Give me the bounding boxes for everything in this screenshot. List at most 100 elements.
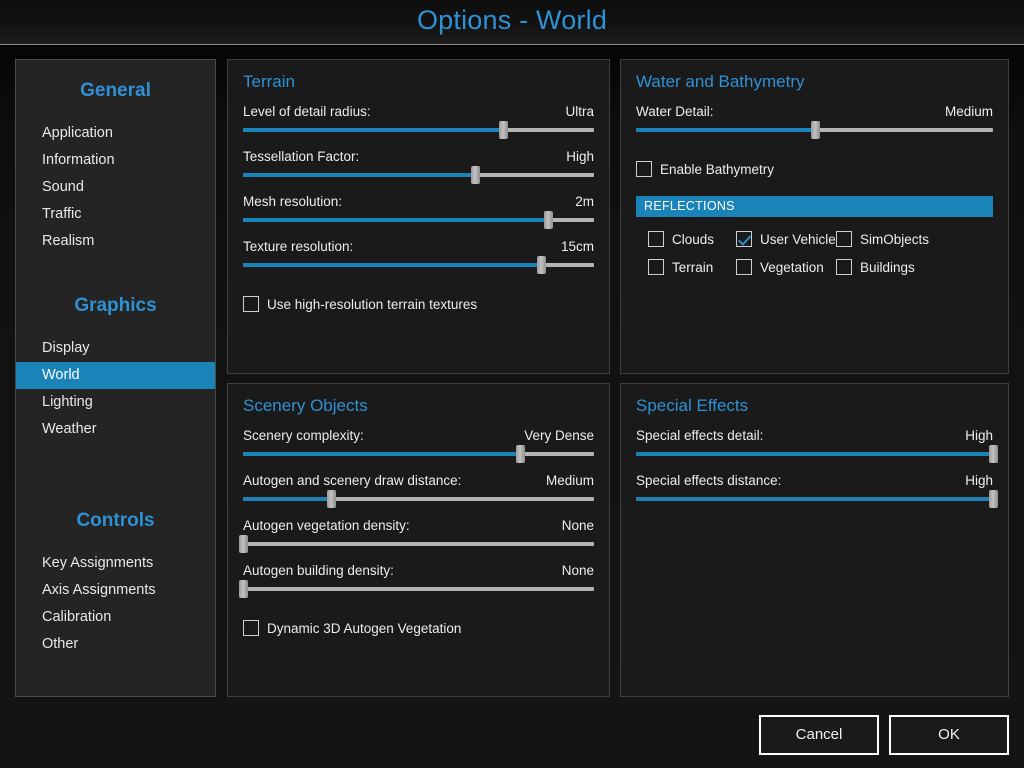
checkbox-reflection-terrain[interactable]: Terrain bbox=[648, 259, 736, 275]
sidebar-item-other[interactable]: Other bbox=[16, 631, 215, 658]
checkbox-box[interactable] bbox=[736, 259, 752, 275]
checkbox-box[interactable] bbox=[836, 231, 852, 247]
slider-thumb[interactable] bbox=[810, 121, 820, 139]
slider-thumb[interactable] bbox=[989, 490, 998, 508]
slider-track[interactable] bbox=[239, 580, 594, 598]
sidebar-item-application[interactable]: Application bbox=[16, 120, 215, 147]
checkbox-reflection-user-vehicle[interactable]: User Vehicle bbox=[736, 231, 836, 247]
slider-mesh-resolution[interactable]: Mesh resolution: 2m bbox=[243, 194, 594, 239]
sidebar-item-sound[interactable]: Sound bbox=[16, 174, 215, 201]
sidebar-item-label: Traffic bbox=[42, 206, 82, 222]
slider-track[interactable] bbox=[243, 166, 594, 184]
slider-scenery-complexity[interactable]: Scenery complexity: Very Dense bbox=[243, 428, 594, 473]
slider-thumb[interactable] bbox=[239, 580, 248, 598]
slider-tessellation-factor[interactable]: Tessellation Factor: High bbox=[243, 149, 594, 194]
slider-track[interactable] bbox=[636, 445, 998, 463]
checkbox-reflection-vegetation[interactable]: Vegetation bbox=[736, 259, 836, 275]
checkbox-label: Enable Bathymetry bbox=[660, 161, 775, 177]
slider-track[interactable] bbox=[636, 490, 998, 508]
slider-label: Special effects distance: bbox=[636, 473, 782, 488]
slider-thumb[interactable] bbox=[498, 121, 508, 139]
slider-autogen-vegetation-density[interactable]: Autogen vegetation density: None bbox=[239, 518, 594, 563]
slider-track[interactable] bbox=[243, 445, 594, 463]
slider-special-effects-distance[interactable]: Special effects distance: High bbox=[636, 473, 998, 518]
checkbox-box[interactable] bbox=[836, 259, 852, 275]
reflections-section-header: REFLECTIONS bbox=[636, 196, 993, 217]
slider-label: Autogen building density: bbox=[243, 563, 394, 578]
slider-fill bbox=[243, 497, 331, 501]
ok-button[interactable]: OK bbox=[889, 715, 1009, 755]
checkbox-box[interactable] bbox=[243, 620, 259, 636]
slider-thumb[interactable] bbox=[989, 445, 998, 463]
reflections-checkbox-grid: Clouds User Vehicle SimObjects Terrain Veget… bbox=[648, 231, 993, 275]
slider-track[interactable] bbox=[243, 490, 594, 508]
sidebar-item-lighting[interactable]: Lighting bbox=[16, 389, 215, 416]
sidebar-item-label: Other bbox=[42, 636, 79, 652]
checkbox-box[interactable] bbox=[648, 259, 664, 275]
sidebar-item-realism[interactable]: Realism bbox=[16, 228, 215, 255]
panel-terrain: Terrain Level of detail radius: Ultra Tess… bbox=[227, 59, 610, 374]
sidebar-item-information[interactable]: Information bbox=[16, 147, 215, 174]
slider-thumb[interactable] bbox=[537, 256, 547, 274]
slider-track[interactable] bbox=[243, 211, 594, 229]
panel-water-bathymetry: Water and Bathymetry Water Detail: Medium… bbox=[620, 59, 1009, 374]
checkbox-dynamic-3d-autogen-vegetation[interactable]: Dynamic 3D Autogen Vegetation bbox=[243, 620, 461, 636]
checkbox-label: Clouds bbox=[672, 231, 715, 247]
sidebar-item-world[interactable]: World bbox=[16, 362, 215, 389]
slider-label: Scenery complexity: bbox=[243, 428, 364, 443]
slider-track[interactable] bbox=[239, 535, 594, 553]
slider-fill bbox=[243, 452, 521, 456]
slider-fill bbox=[636, 452, 993, 456]
checkbox-reflection-simobjects[interactable]: SimObjects bbox=[836, 231, 993, 247]
sidebar-item-label: Application bbox=[42, 125, 113, 141]
slider-fill bbox=[636, 497, 993, 501]
window-titlebar: Options - World bbox=[0, 0, 1024, 45]
sidebar-item-key-assignments[interactable]: Key Assignments bbox=[16, 550, 215, 577]
sidebar-item-label: Axis Assignments bbox=[42, 582, 156, 598]
slider-thumb[interactable] bbox=[470, 166, 480, 184]
slider-label: Texture resolution: bbox=[243, 239, 354, 254]
slider-thumb[interactable] bbox=[239, 535, 248, 553]
slider-fill bbox=[243, 263, 542, 267]
slider-track[interactable] bbox=[243, 256, 594, 274]
sidebar-item-display[interactable]: Display bbox=[16, 335, 215, 362]
slider-water-detail[interactable]: Water Detail: Medium bbox=[636, 104, 993, 149]
slider-texture-resolution[interactable]: Texture resolution: 15cm bbox=[243, 239, 594, 284]
slider-thumb[interactable] bbox=[516, 445, 526, 463]
slider-level-of-detail-radius[interactable]: Level of detail radius: Ultra bbox=[243, 104, 594, 149]
sidebar-item-weather[interactable]: Weather bbox=[16, 416, 215, 443]
sidebar-group-controls: Controls Key Assignments Axis Assignments C… bbox=[16, 510, 215, 658]
sidebar-group-title: General bbox=[80, 80, 151, 101]
slider-autogen-building-density[interactable]: Autogen building density: None bbox=[239, 563, 594, 608]
slider-special-effects-detail[interactable]: Special effects detail: High bbox=[636, 428, 998, 473]
cancel-button[interactable]: Cancel bbox=[759, 715, 879, 755]
slider-label: Water Detail: bbox=[636, 104, 714, 119]
sidebar-item-calibration[interactable]: Calibration bbox=[16, 604, 215, 631]
slider-autogen-and-scenery-draw-distance[interactable]: Autogen and scenery draw distance: Medium bbox=[243, 473, 594, 518]
checkmark-icon[interactable] bbox=[736, 231, 752, 247]
options-window: Options - World General Application Inform… bbox=[0, 0, 1024, 768]
sidebar-item-label: World bbox=[42, 367, 80, 383]
checkbox-box[interactable] bbox=[648, 231, 664, 247]
slider-track[interactable] bbox=[636, 121, 993, 139]
checkbox-reflection-clouds[interactable]: Clouds bbox=[648, 231, 736, 247]
sidebar-item-traffic[interactable]: Traffic bbox=[16, 201, 215, 228]
checkbox-use-high-resolution-terrain-textures[interactable]: Use high-resolution terrain textures bbox=[243, 296, 477, 312]
slider-value: Medium bbox=[545, 473, 594, 488]
checkbox-enable-bathymetry[interactable]: Enable Bathymetry bbox=[636, 161, 774, 177]
checkbox-box[interactable] bbox=[243, 296, 259, 312]
sidebar-item-axis-assignments[interactable]: Axis Assignments bbox=[16, 577, 215, 604]
slider-thumb[interactable] bbox=[544, 211, 554, 229]
checkbox-label: Dynamic 3D Autogen Vegetation bbox=[267, 620, 462, 636]
slider-label: Autogen and scenery draw distance: bbox=[243, 473, 462, 488]
sidebar-group-general: General Application Information Sound Traffi… bbox=[16, 80, 215, 255]
checkbox-box[interactable] bbox=[636, 161, 652, 177]
sidebar-item-label: Realism bbox=[42, 233, 95, 249]
sidebar-item-label: Calibration bbox=[42, 609, 112, 625]
slider-fill bbox=[636, 128, 815, 132]
slider-track[interactable] bbox=[243, 121, 594, 139]
slider-thumb[interactable] bbox=[326, 490, 336, 508]
slider-value: None bbox=[561, 563, 594, 578]
slider-fill bbox=[243, 128, 503, 132]
checkbox-reflection-buildings[interactable]: Buildings bbox=[836, 259, 993, 275]
